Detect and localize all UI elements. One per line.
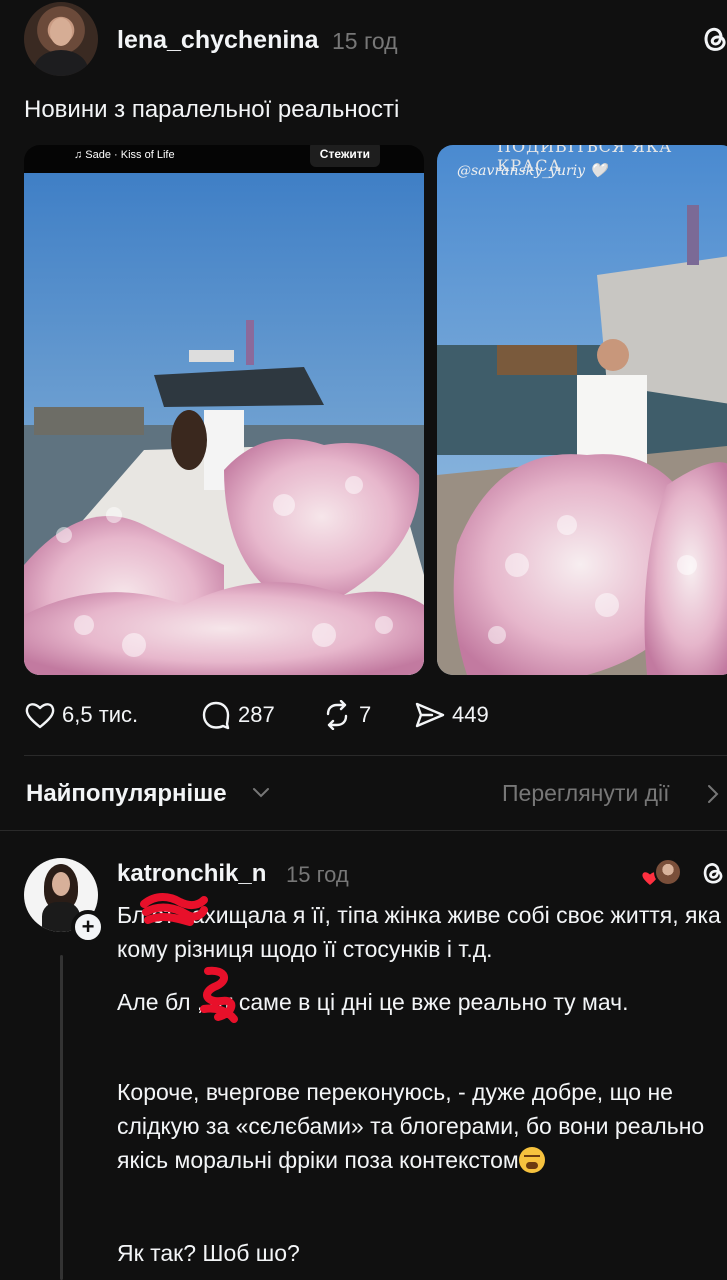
follow-button[interactable]: Стежити bbox=[309, 145, 380, 167]
divider bbox=[24, 755, 727, 756]
follow-plus-button[interactable]: + bbox=[71, 910, 105, 944]
comment-action[interactable]: 287 bbox=[200, 700, 275, 730]
reply-paragraph-3: Короче, вчергове переконуюсь, - дуже доб… bbox=[117, 1075, 727, 1177]
post-time: 15 год bbox=[332, 28, 398, 54]
chevron-right-icon[interactable] bbox=[706, 784, 720, 804]
threads-logo-icon[interactable] bbox=[698, 22, 727, 56]
chevron-down-icon[interactable] bbox=[252, 786, 270, 800]
reply-time: 15 год bbox=[286, 862, 349, 887]
reposts-count: 7 bbox=[359, 702, 372, 727]
shares-count: 449 bbox=[452, 702, 489, 727]
tired-face-emoji-icon bbox=[518, 1147, 545, 1173]
section-divider bbox=[0, 830, 727, 831]
sort-dropdown[interactable]: Найпопулярніше bbox=[26, 780, 227, 808]
reply-username[interactable]: katronchik_n bbox=[117, 860, 266, 888]
view-activity-link[interactable]: Переглянути дії bbox=[502, 780, 670, 807]
reply-paragraph-3-text: Короче, вчергове переконуюсь, - дуже доб… bbox=[117, 1079, 705, 1173]
sort-row: Найпопулярніше Переглянути дії bbox=[0, 772, 727, 816]
author-avatar[interactable] bbox=[24, 2, 98, 76]
reply-paragraph-1: Бл от захищала я її, тіпа жінка живе соб… bbox=[117, 902, 721, 962]
story-handle: @savransky_yuriy 🤍 bbox=[457, 163, 607, 179]
avatar-face bbox=[52, 872, 70, 896]
repost-icon bbox=[326, 700, 348, 730]
repost-action[interactable]: 7 bbox=[321, 700, 371, 730]
post-text: Новини з паралельної реальності bbox=[24, 96, 400, 123]
post-image-1[interactable]: ♫ Sade · Kiss of Life Стежити bbox=[24, 145, 424, 675]
music-label: ♫ Sade · Kiss of Life bbox=[74, 149, 175, 161]
author-username[interactable]: lena_chychenina bbox=[117, 26, 318, 55]
censor-scribble bbox=[140, 893, 208, 926]
liker-avatar bbox=[654, 858, 682, 886]
comment-icon bbox=[202, 701, 230, 730]
likes-count: 6,5 тис. bbox=[62, 702, 139, 727]
heart-icon bbox=[25, 703, 55, 729]
thread-line bbox=[60, 955, 63, 1280]
censor-scribble bbox=[200, 966, 238, 1023]
threads-logo-icon[interactable] bbox=[698, 858, 727, 888]
reply-paragraph-4: Як так? Шоб шо? bbox=[117, 1240, 300, 1266]
post-image-2[interactable]: ПОДИВІТЬСЯ ЯКА КРАСА @savransky_yuriy 🤍 bbox=[437, 145, 727, 675]
share-icon bbox=[415, 702, 445, 728]
post-header: lena_chychenina 15 год bbox=[0, 0, 727, 90]
like-action[interactable]: 6,5 тис. bbox=[24, 700, 138, 730]
post-actions: 6,5 тис. 287 7 449 bbox=[24, 700, 724, 730]
share-action[interactable]: 449 bbox=[414, 700, 489, 730]
yacht-flowers-photo-2 bbox=[437, 145, 727, 675]
comments-count: 287 bbox=[238, 702, 275, 727]
yacht-flowers-photo-1 bbox=[24, 145, 424, 675]
avatar-shoulders bbox=[34, 50, 88, 76]
avatar-face bbox=[50, 18, 72, 46]
